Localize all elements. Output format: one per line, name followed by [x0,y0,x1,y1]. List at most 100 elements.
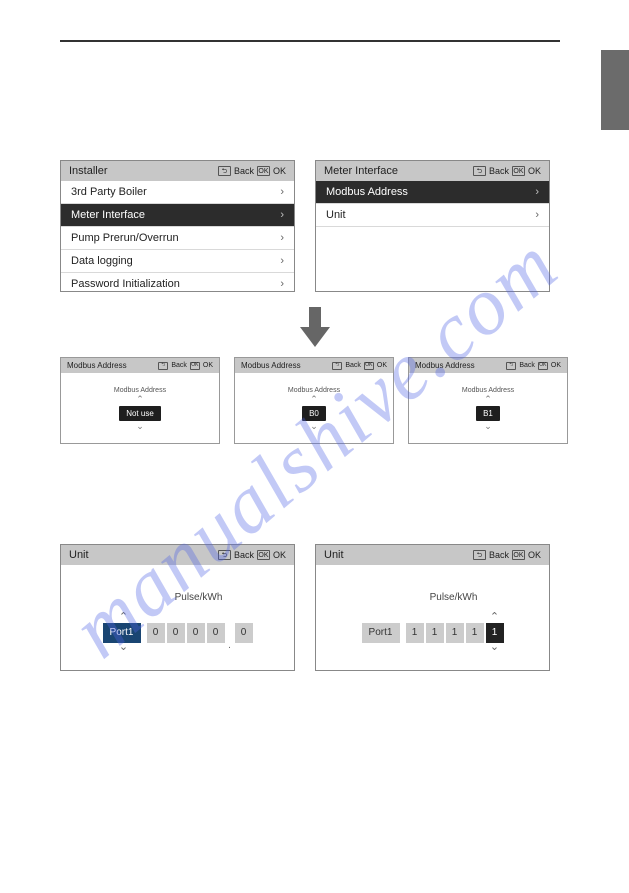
menu-label: Modbus Address [326,186,408,198]
ok-icon[interactable]: OK [190,362,200,370]
digit-2[interactable]: 1 [446,623,464,643]
digit-1[interactable]: 1 [426,623,444,643]
port-cell[interactable]: Port1 [362,623,400,643]
modbus-title: Modbus Address [67,361,127,370]
menu-label: Password Initialization [71,278,180,290]
modbus-label: Modbus Address [114,387,166,394]
back-icon[interactable]: ⮌ [473,166,486,176]
installer-header: Installer ⮌ Back OK OK [61,161,294,181]
ok-icon[interactable]: OK [538,362,548,370]
digit-4[interactable]: 0 [235,623,253,643]
unit-panel-1: Unit ⮌ Back OK OK Pulse/kWh ⌃ Port1 ⌄ 0 [60,544,295,671]
top-row: Installer ⮌ Back OK OK 3rd Party Boiler … [60,160,570,292]
chevron-down-icon[interactable]: ⌄ [490,644,499,652]
meter-menu: Modbus Address › Unit › [316,181,549,291]
digit-0[interactable]: 1 [406,623,424,643]
modbus-panel-b1: Modbus Address ⮌ Back OK OK Modbus Addre… [408,357,568,444]
modbus-value[interactable]: B0 [302,406,326,421]
menu-label: Data logging [71,255,133,267]
digit-1[interactable]: 0 [167,623,185,643]
modbus-header: Modbus Address ⮌ Back OK OK [61,358,219,373]
chevron-right-icon: › [280,232,284,244]
back-icon[interactable]: ⮌ [473,550,486,560]
modbus-body: Modbus Address ⌃ Not use ⌄ [61,373,219,443]
ok-label: OK [273,166,286,176]
ok-icon[interactable]: OK [257,166,270,176]
menu-item-meter-interface[interactable]: Meter Interface › [61,204,294,227]
chevron-down-icon[interactable]: ⌄ [310,424,318,429]
chevron-right-icon: › [280,255,284,267]
digit-0[interactable]: 0 [147,623,165,643]
modbus-body: Modbus Address ⌃ B1 ⌄ [409,373,567,443]
chevron-right-icon: › [280,278,284,290]
menu-item-modbus-address[interactable]: Modbus Address › [316,181,549,204]
header-actions: ⮌ Back OK OK [332,362,387,370]
menu-item-password-init[interactable]: Password Initialization › [61,273,294,291]
ok-icon[interactable]: OK [512,550,525,560]
unit-body: Pulse/kWh Port1 1 1 1 1 ⌃ 1 ⌄ [316,565,549,670]
ok-label: OK [551,362,561,369]
back-label: Back [345,362,361,369]
header-actions: ⮌ Back OK OK [158,362,213,370]
pulse-label: Pulse/kWh [388,592,478,603]
unit-body: Pulse/kWh ⌃ Port1 ⌄ 0 0 0 0 . 0 [61,565,294,670]
menu-item-pump-prerun[interactable]: Pump Prerun/Overrun › [61,227,294,250]
port-stepper[interactable]: ⌃ Port1 ⌄ [103,614,145,651]
chevron-up-icon[interactable]: ⌃ [490,614,499,622]
back-icon[interactable]: ⮌ [506,362,516,370]
unit-row: Unit ⮌ Back OK OK Pulse/kWh ⌃ Port1 ⌄ 0 [60,544,570,671]
modbus-value[interactable]: Not use [119,406,161,421]
back-label: Back [519,362,535,369]
menu-item-3rd-party-boiler[interactable]: 3rd Party Boiler › [61,181,294,204]
chevron-up-icon[interactable]: ⌃ [136,397,144,402]
back-label: Back [171,362,187,369]
modbus-value[interactable]: B1 [476,406,500,421]
chevron-right-icon: › [535,186,539,198]
back-label: Back [489,550,509,560]
modbus-header: Modbus Address ⮌ Back OK OK [409,358,567,373]
digit-2[interactable]: 0 [187,623,205,643]
chevron-down-icon[interactable]: ⌄ [119,644,128,652]
chevron-down-icon[interactable]: ⌄ [484,424,492,429]
ok-icon[interactable]: OK [512,166,525,176]
port-cell[interactable]: Port1 [103,623,141,643]
back-icon[interactable]: ⮌ [332,362,342,370]
back-icon[interactable]: ⮌ [218,166,231,176]
modbus-title: Modbus Address [415,361,475,370]
chevron-down-icon[interactable]: ⌄ [136,424,144,429]
installer-menu: 3rd Party Boiler › Meter Interface › Pum… [61,181,294,291]
digit-row: Port1 1 1 1 1 ⌃ 1 ⌄ [362,614,504,651]
modbus-title: Modbus Address [241,361,301,370]
modbus-panel-b0: Modbus Address ⮌ Back OK OK Modbus Addre… [234,357,394,444]
ok-icon[interactable]: OK [364,362,374,370]
menu-item-unit[interactable]: Unit › [316,204,549,227]
installer-title: Installer [69,165,108,177]
menu-label: 3rd Party Boiler [71,186,147,198]
modbus-label: Modbus Address [462,387,514,394]
menu-item-data-logging[interactable]: Data logging › [61,250,294,273]
digit-3[interactable]: 0 [207,623,225,643]
unit-header: Unit ⮌ Back OK OK [61,545,294,565]
modbus-body: Modbus Address ⌃ B0 ⌄ [235,373,393,443]
header-actions: ⮌ Back OK OK [506,362,561,370]
digit-3[interactable]: 1 [466,623,484,643]
meter-interface-panel: Meter Interface ⮌ Back OK OK Modbus Addr… [315,160,550,292]
back-icon[interactable]: ⮌ [158,362,168,370]
back-label: Back [234,550,254,560]
header-actions: ⮌ Back OK OK [218,166,286,176]
chevron-up-icon[interactable]: ⌃ [484,397,492,402]
meter-header: Meter Interface ⮌ Back OK OK [316,161,549,181]
chevron-up-icon[interactable]: ⌃ [119,614,128,622]
back-label: Back [234,166,254,176]
back-icon[interactable]: ⮌ [218,550,231,560]
pulse-label: Pulse/kWh [133,592,223,603]
decimal-dot: . [227,640,233,651]
menu-label: Pump Prerun/Overrun [71,232,179,244]
digit-4[interactable]: 1 [486,623,504,643]
side-tab [601,50,629,130]
digit-stepper[interactable]: ⌃ 1 ⌄ [486,614,504,651]
menu-label: Meter Interface [71,209,145,221]
chevron-right-icon: › [280,186,284,198]
chevron-up-icon[interactable]: ⌃ [310,397,318,402]
ok-icon[interactable]: OK [257,550,270,560]
